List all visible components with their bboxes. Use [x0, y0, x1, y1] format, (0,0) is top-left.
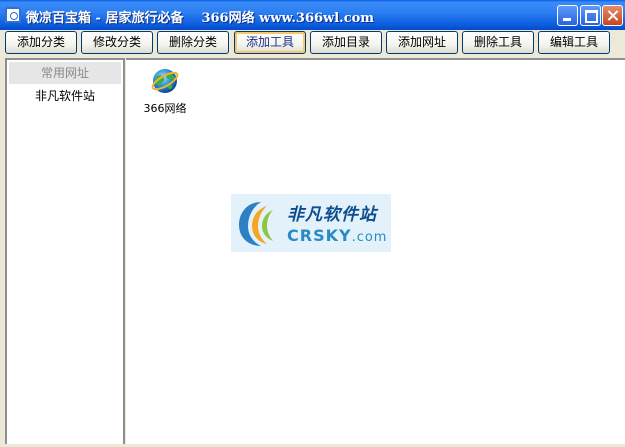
minimize-button[interactable]	[557, 5, 578, 26]
app-window: 微凉百宝箱 - 居家旅行必备 366网络 www.366wl.com 添加分类 修…	[0, 0, 625, 447]
tool-item-366wl[interactable]: 366网络	[140, 66, 190, 120]
delete-tool-button[interactable]: 删除工具	[462, 31, 534, 54]
delete-category-button[interactable]: 删除分类	[157, 31, 229, 54]
crsky-logo-icon	[239, 202, 273, 246]
add-directory-button[interactable]: 添加目录	[310, 31, 382, 54]
window-title: 微凉百宝箱 - 居家旅行必备 366网络 www.366wl.com	[26, 7, 374, 26]
window-title-main: 微凉百宝箱 - 居家旅行必备	[26, 11, 184, 26]
watermark-brand: CRSKY	[287, 226, 352, 245]
tool-label: 366网络	[143, 102, 187, 115]
add-tool-button[interactable]: 添加工具	[234, 31, 306, 54]
app-icon[interactable]	[5, 7, 21, 23]
add-category-button[interactable]: 添加分类	[5, 31, 77, 54]
edit-category-button[interactable]: 修改分类	[81, 31, 153, 54]
category-item-crsky[interactable]: 非凡软件站	[9, 86, 121, 106]
category-panel: 常用网址 非凡软件站	[5, 58, 125, 444]
add-url-button[interactable]: 添加网址	[386, 31, 458, 54]
watermark-cn-text: 非凡软件站	[287, 205, 377, 225]
maximize-button[interactable]	[580, 5, 601, 26]
close-button[interactable]	[602, 5, 623, 26]
globe-icon	[151, 69, 179, 93]
toolbar: 添加分类 修改分类 删除分类 添加工具 添加目录 添加网址 删除工具 编辑工具	[0, 30, 625, 58]
crsky-watermark: 非凡软件站 CRSKY.com	[231, 194, 391, 252]
tool-panel: 366网络 非凡软件站 CRSKY.com	[126, 58, 625, 444]
category-header[interactable]: 常用网址	[9, 62, 121, 84]
watermark-domain: .com	[351, 230, 388, 245]
watermark-en-text: CRSKY.com	[287, 226, 387, 245]
edit-tool-button[interactable]: 编辑工具	[538, 31, 610, 54]
title-bar[interactable]: 微凉百宝箱 - 居家旅行必备 366网络 www.366wl.com	[0, 0, 625, 30]
window-title-url: 366网络 www.366wl.com	[201, 11, 375, 26]
